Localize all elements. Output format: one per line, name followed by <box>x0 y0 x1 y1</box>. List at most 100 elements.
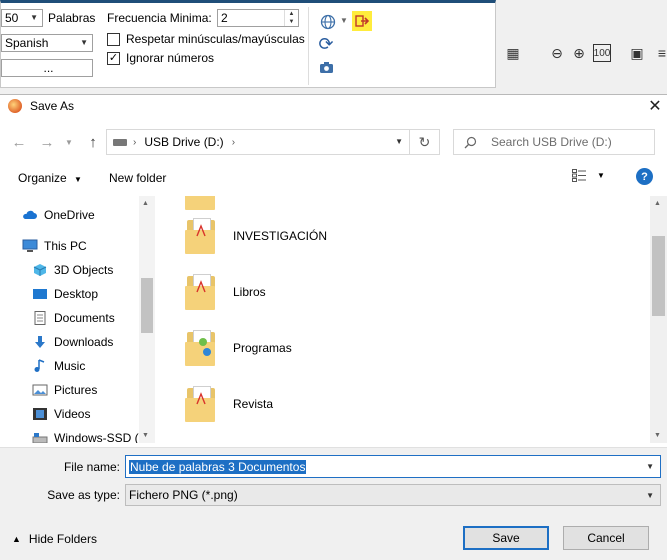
new-folder-button[interactable]: New folder <box>109 171 166 185</box>
save-type-value: Fichero PNG (*.png) <box>129 488 238 502</box>
chevron-right-icon[interactable]: › <box>133 137 136 148</box>
chevron-down-icon: ▼ <box>597 171 605 180</box>
title-bar: Save As ✕ <box>0 95 667 117</box>
file-name: Programas <box>233 341 292 355</box>
forward-arrow-icon[interactable]: → <box>36 131 58 153</box>
chevron-down-icon[interactable]: ▼ <box>340 16 348 25</box>
search-box[interactable]: Search USB Drive (D:) <box>453 129 655 155</box>
words-count-spinner[interactable]: 50 ▼ <box>1 9 43 27</box>
nav-item-onedrive[interactable]: OneDrive <box>22 204 95 226</box>
chevron-right-icon[interactable]: › <box>232 137 235 148</box>
address-path-item[interactable]: USB Drive (D:) <box>144 135 223 149</box>
chevron-down-icon[interactable]: ▼ <box>646 462 654 471</box>
cancel-button[interactable]: Cancel <box>563 526 649 550</box>
up-arrow-icon[interactable]: ↑ <box>82 131 104 153</box>
recent-locations-chevron-icon[interactable]: ▼ <box>58 131 80 153</box>
chevron-down-icon: ▼ <box>80 38 88 47</box>
words-count-value: 50 <box>5 11 19 25</box>
chevron-down-icon: ▼ <box>30 13 38 22</box>
nav-item-3d-objects[interactable]: 3D Objects <box>32 259 113 281</box>
pc-icon <box>22 239 38 252</box>
chevron-down-icon: ▼ <box>646 491 654 500</box>
search-placeholder: Search USB Drive (D:) <box>491 135 612 149</box>
zoom-out-icon[interactable]: ⊖ <box>548 44 566 62</box>
case-checkbox[interactable] <box>107 32 120 46</box>
camera-icon[interactable] <box>317 58 335 76</box>
zoom-100-icon[interactable]: 100 <box>593 44 611 62</box>
nav-scroll-thumb[interactable] <box>141 278 153 333</box>
close-icon[interactable]: ✕ <box>643 95 667 117</box>
list-item[interactable]: Libros <box>185 268 485 316</box>
nav-item-documents[interactable]: Documents <box>32 307 115 329</box>
case-label: Respetar minúsculas/mayúsculas <box>126 32 305 46</box>
cube-icon <box>33 264 47 276</box>
file-name-value: Nube de palabras 3 Documentos <box>129 459 307 474</box>
ignore-numbers-checkbox[interactable]: ✓ <box>107 51 120 65</box>
save-type-select[interactable]: Fichero PNG (*.png) ▼ <box>125 484 661 506</box>
download-icon <box>35 336 45 348</box>
scroll-up-icon[interactable]: ▲ <box>654 200 661 207</box>
nav-item-label: Documents <box>54 311 115 325</box>
nav-item-music[interactable]: Music <box>32 355 85 377</box>
file-name-input[interactable]: Nube de palabras 3 Documentos ▼ <box>125 455 661 478</box>
file-name: INVESTIGACIÓN <box>233 229 328 243</box>
ignore-numbers-option[interactable]: ✓ Ignorar números <box>107 51 214 65</box>
drive-icon <box>113 138 127 146</box>
address-bar[interactable]: › USB Drive (D:) › ▼ <box>106 129 410 155</box>
nav-item-desktop[interactable]: Desktop <box>32 283 98 305</box>
change-view-button[interactable]: ▼ <box>572 169 605 182</box>
scroll-down-icon[interactable]: ▼ <box>142 432 149 439</box>
nav-item-label: This PC <box>44 239 87 253</box>
word-cloud-options-panel: 50 ▼ Palabras Spanish ▼ ... Frecuencia M… <box>0 0 496 88</box>
list-item[interactable]: Revista <box>185 380 485 428</box>
organize-label: Organize <box>18 171 67 185</box>
save-as-dialog: Save As ✕ ← → ▼ ↑ › USB Drive (D:) › ▼ ↻… <box>0 94 667 560</box>
save-type-label: Save as type: <box>47 488 120 502</box>
save-options: File name: Nube de palabras 3 Documentos… <box>0 447 667 560</box>
language-select[interactable]: Spanish ▼ <box>1 34 93 52</box>
pdf-folder-icon <box>185 216 217 256</box>
background-toolbar: ▦ ⊖ ⊕ 100 ▣ ≡ <box>496 0 667 94</box>
ellipsis-button[interactable]: ... <box>1 59 93 77</box>
table-icon[interactable]: ▦ <box>504 44 522 62</box>
nav-item-downloads[interactable]: Downloads <box>32 331 113 353</box>
list-item[interactable]: Programas <box>185 324 485 372</box>
scroll-down-icon[interactable]: ▼ <box>654 432 661 439</box>
nav-item-label: OneDrive <box>44 208 95 222</box>
refresh-icon[interactable]: ⟳ <box>317 34 335 54</box>
nav-item-label: Music <box>54 359 86 373</box>
refresh-icon[interactable]: ↻ <box>410 129 440 155</box>
spinner-arrows-icon[interactable]: ▲ ▼ <box>284 10 298 26</box>
nav-item-windows-ssd[interactable]: Windows-SSD (C <box>32 427 147 443</box>
nav-item-this-pc[interactable]: This PC <box>22 235 87 257</box>
min-frequency-spinner[interactable]: 2 ▲ ▼ <box>217 9 299 27</box>
nav-item-label: Desktop <box>54 287 99 301</box>
case-option[interactable]: Respetar minúsculas/mayúsculas <box>107 32 305 46</box>
hide-folders-button[interactable]: ▲ Hide Folders <box>12 532 97 546</box>
navigation-bar: ← → ▼ ↑ › USB Drive (D:) › ▼ ↻ Search US… <box>0 126 667 156</box>
save-button[interactable]: Save <box>463 526 549 550</box>
scroll-up-icon[interactable]: ▲ <box>142 200 149 207</box>
cloud-icon <box>23 210 37 219</box>
export-icon[interactable] <box>352 11 372 31</box>
zoom-in-icon[interactable]: ⊕ <box>570 44 588 62</box>
help-icon[interactable]: ? <box>636 168 653 185</box>
list-item[interactable]: INVESTIGACIÓN <box>185 212 485 260</box>
globe-icon[interactable] <box>319 13 337 31</box>
organize-button[interactable]: Organize ▼ <box>18 171 82 185</box>
back-arrow-icon[interactable]: ← <box>8 131 30 153</box>
list-icon[interactable]: ≡ <box>653 44 667 62</box>
videos-icon <box>33 408 47 420</box>
nav-item-videos[interactable]: Videos <box>32 403 90 425</box>
file-scrollbar[interactable] <box>650 196 667 443</box>
language-value: Spanish <box>5 36 49 50</box>
file-scroll-thumb[interactable] <box>652 236 665 316</box>
chevron-down-icon[interactable]: ▼ <box>395 137 403 146</box>
programs-folder-icon <box>185 328 217 368</box>
desktop-icon <box>33 289 47 299</box>
window-icon[interactable]: ▣ <box>628 44 646 62</box>
file-name: Libros <box>233 285 266 299</box>
folder-icon <box>185 196 217 212</box>
drive-icon <box>32 433 48 443</box>
nav-item-pictures[interactable]: Pictures <box>32 379 97 401</box>
